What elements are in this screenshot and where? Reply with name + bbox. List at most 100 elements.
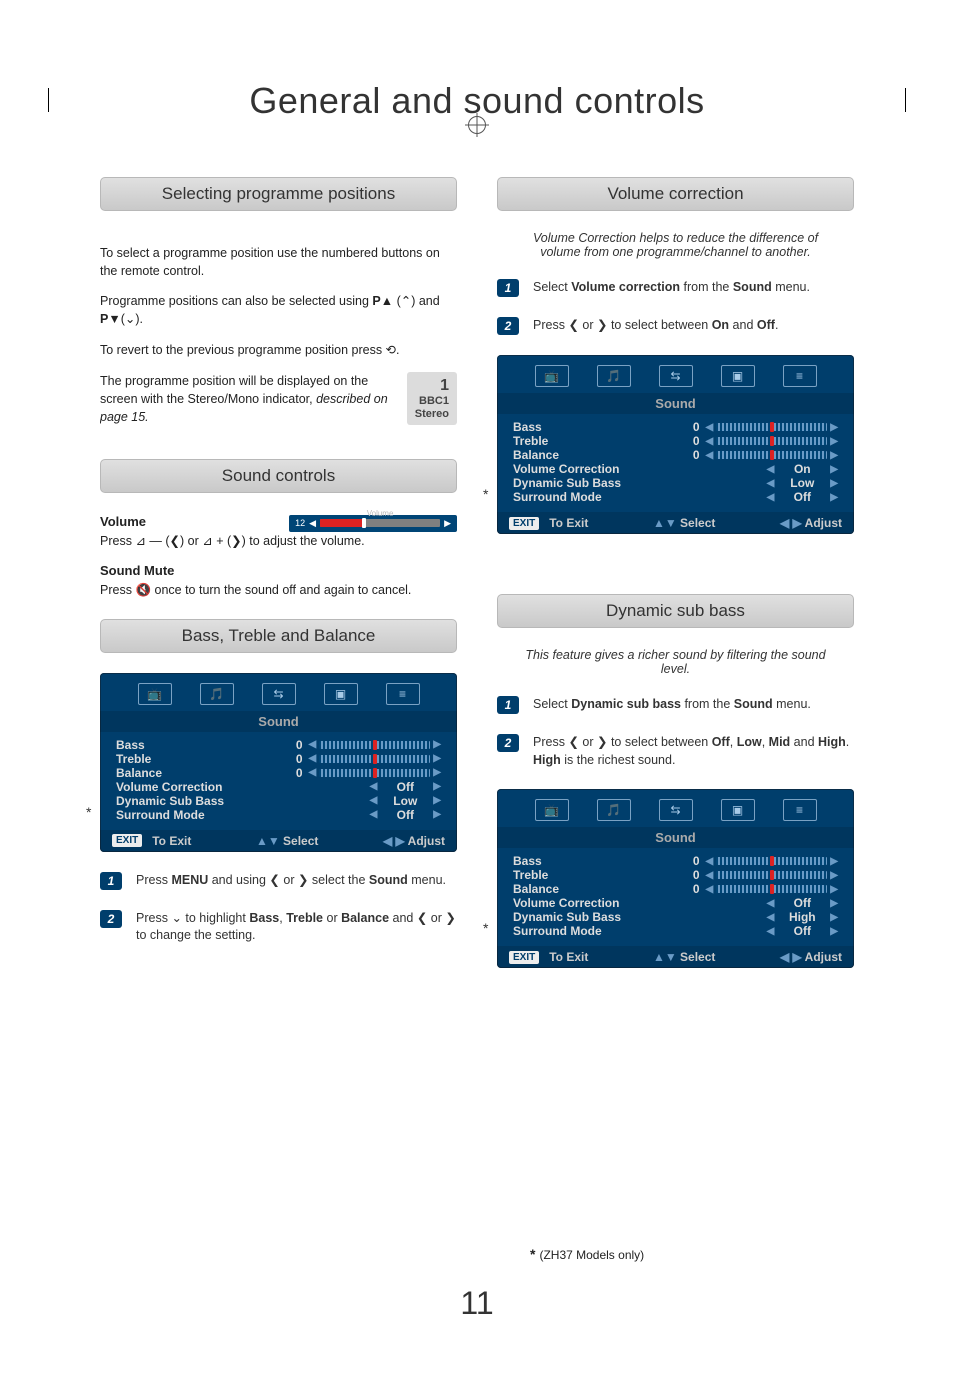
option: On <box>712 318 729 332</box>
menu-name: Sound <box>369 873 408 887</box>
updown-arrow-icon: ▲▼ <box>256 834 280 848</box>
section-header-volume-correction: Volume correction <box>497 177 854 211</box>
osd-row: Treble 0 ◀ ▶ <box>116 752 441 766</box>
right-arrow-icon: ▶ <box>830 912 838 923</box>
right-chevron-icon: ❯ <box>445 911 455 925</box>
osd-row: Bass 0 ◀ ▶ <box>116 738 441 752</box>
text: , <box>762 735 769 749</box>
osd-row: Dynamic Sub Bass ◀ Low ▶ <box>513 476 838 490</box>
sound-osd-menu: 📺🎵⇆▣≡ Sound Bass 0 ◀ ▶ Treble 0 ◀ ▶ Bala… <box>497 355 854 534</box>
text: ) and <box>411 294 440 308</box>
text: to select between <box>607 318 711 332</box>
step-text: Select Dynamic sub bass from the Sound m… <box>533 696 811 714</box>
tab-icon: ⇆ <box>670 369 680 383</box>
leftright-arrow-icon: ◀ ▶ <box>383 834 405 848</box>
right-arrow-icon: ▶ <box>830 478 838 489</box>
left-arrow-icon: ◀ <box>370 795 378 806</box>
text: to select between <box>607 735 711 749</box>
option: Balance <box>341 911 389 925</box>
exit-badge: EXIT <box>112 834 142 847</box>
osd-option-value: High <box>777 910 827 924</box>
text: ). <box>135 312 143 326</box>
tab-icon: 📺 <box>544 369 559 383</box>
osd-row-control: ◀ ▶ <box>706 422 838 433</box>
footer-label: ▲▼ Select <box>598 516 770 530</box>
text: and <box>389 911 417 925</box>
osd-row: Surround Mode ◀ Off ▶ <box>513 924 838 938</box>
osd-row-value: 0 <box>670 854 706 868</box>
text: Press <box>100 583 135 597</box>
left-arrow-icon: ◀ <box>706 870 714 881</box>
left-arrow-icon: ◀ <box>706 856 714 867</box>
left-chevron-icon: ❮ <box>170 534 180 548</box>
down-chevron-icon: ⌄ <box>171 911 181 925</box>
tab-icon: ≡ <box>796 369 803 383</box>
osd-row-control: ◀ Off ▶ <box>706 924 838 938</box>
left-arrow-icon: ◀ <box>706 884 714 895</box>
osd-tabs: 📺🎵⇆▣≡ <box>509 799 842 821</box>
option: Mid <box>769 735 791 749</box>
text: and <box>729 318 757 332</box>
osd-option-value: Off <box>777 896 827 910</box>
osd-row-control: ◀ ▶ <box>706 436 838 447</box>
section-header-bass-treble-balance: Bass, Treble and Balance <box>100 619 457 653</box>
right-arrow-icon: ▶ <box>830 422 838 433</box>
badge-channel: BBC1 <box>419 395 449 407</box>
osd-row: Volume Correction ◀ Off ▶ <box>116 780 441 794</box>
tab-icon: ≡ <box>399 687 406 701</box>
osd-row: Surround Mode ◀ Off ▶ <box>116 808 441 822</box>
right-arrow-icon: ▶ <box>830 436 838 447</box>
osd-tab: 📺 <box>535 799 569 821</box>
asterisk-icon: * <box>530 1246 535 1262</box>
tab-icon: 📺 <box>544 803 559 817</box>
text: + ( <box>213 534 231 548</box>
osd-footer: EXIT To Exit ▲▼ Select ◀ ▶ Adjust <box>100 830 457 852</box>
volume-track: Volume <box>320 519 440 527</box>
osd-row: Volume Correction ◀ On ▶ <box>513 462 838 476</box>
volume-block: Volume 12 ◀ Volume ▶ Press ⊿ — (❮) or ⊿ … <box>100 513 457 550</box>
volume-knob <box>362 518 366 528</box>
footnote-text: (ZH37 Models only) <box>539 1248 644 1262</box>
section-header-programme-positions: Selecting programme positions <box>100 177 457 211</box>
osd-tab: ⇆ <box>262 683 296 705</box>
right-arrow-icon: ▶ <box>433 795 441 806</box>
osd-row-label: Volume Correction <box>116 780 273 794</box>
osd-row-control: ◀ ▶ <box>706 450 838 461</box>
badge-audio: Stereo <box>415 408 449 420</box>
left-arrow-icon: ◀ <box>767 912 775 923</box>
option: Off <box>712 735 730 749</box>
right-arrow-icon: ▶ <box>433 739 441 750</box>
osd-option-value: Off <box>380 808 430 822</box>
tab-icon: ▣ <box>732 369 743 383</box>
osd-row-value: 0 <box>670 434 706 448</box>
text: and using <box>208 873 269 887</box>
osd-row-label: Volume Correction <box>513 896 670 910</box>
tab-icon: 📺 <box>147 687 162 701</box>
left-arrow-icon: ◀ <box>370 781 378 792</box>
text: select the <box>308 873 368 887</box>
text: or <box>427 911 445 925</box>
step-number: 2 <box>100 910 122 928</box>
osd-row-control: ◀ ▶ <box>309 767 441 778</box>
osd-tabs: 📺🎵⇆▣≡ <box>112 683 445 705</box>
programme-info-badge: 1 BBC1 Stereo <box>407 372 457 426</box>
option: Off <box>757 318 775 332</box>
paragraph: Press ⊿ — (❮) or ⊿ + (❯) to adjust the v… <box>100 532 457 550</box>
left-arrow-icon: ◀ <box>767 926 775 937</box>
osd-row-value: 0 <box>670 420 706 434</box>
text: To revert to the previous programme posi… <box>100 343 386 357</box>
right-arrow-icon: ▶ <box>830 898 838 909</box>
osd-row: Treble 0 ◀ ▶ <box>513 434 838 448</box>
section-header-sound-controls: Sound controls <box>100 459 457 493</box>
osd-row-label: Treble <box>513 434 670 448</box>
osd-row-label: Balance <box>513 448 670 462</box>
osd-rows: Bass 0 ◀ ▶ Treble 0 ◀ ▶ Balance 0 ◀ <box>112 732 445 826</box>
text: or <box>579 735 597 749</box>
text: — ( <box>146 534 170 548</box>
osd-row-label: Surround Mode <box>116 808 273 822</box>
text: Select <box>533 280 571 294</box>
osd-row-control: ◀ Off ▶ <box>309 808 441 822</box>
step-2: 2 Press ❮ or ❯ to select between Off, Lo… <box>497 734 854 769</box>
osd-tab: 🎵 <box>597 799 631 821</box>
osd-tab: 🎵 <box>597 365 631 387</box>
